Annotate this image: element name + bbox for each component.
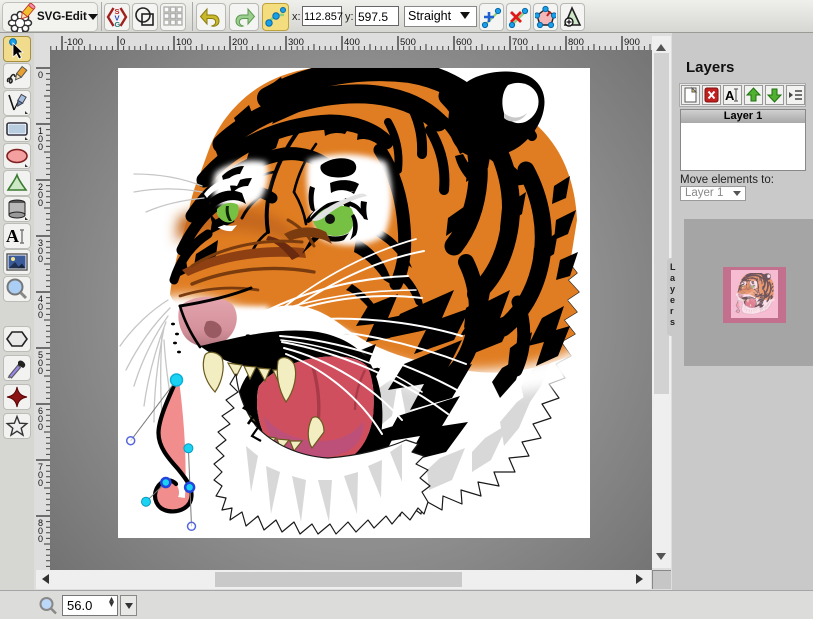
svg-text:0: 0: [120, 37, 125, 48]
svg-text:0: 0: [38, 422, 43, 432]
svg-text:0: 0: [38, 70, 43, 80]
svg-text:700: 700: [512, 37, 528, 48]
svg-text:400: 400: [344, 37, 360, 48]
svg-text:0: 0: [38, 534, 43, 544]
svg-text:600: 600: [456, 37, 472, 48]
svg-text:0: 0: [38, 310, 43, 320]
svg-text:-100: -100: [64, 37, 83, 48]
svg-text:0: 0: [38, 478, 43, 488]
svg-text:A: A: [725, 88, 735, 103]
svg-text:900: 900: [624, 37, 640, 48]
svg-text:800: 800: [568, 37, 584, 48]
svg-text:100: 100: [176, 37, 192, 48]
svg-text:0: 0: [38, 142, 43, 152]
svg-text:0: 0: [38, 198, 43, 208]
svg-text:300: 300: [288, 37, 304, 48]
svg-text:200: 200: [232, 37, 248, 48]
svg-text:G: G: [115, 20, 121, 29]
svg-text:A: A: [6, 226, 19, 246]
svg-text:0: 0: [38, 254, 43, 264]
svg-text:0: 0: [38, 366, 43, 376]
svg-text:500: 500: [400, 37, 416, 48]
